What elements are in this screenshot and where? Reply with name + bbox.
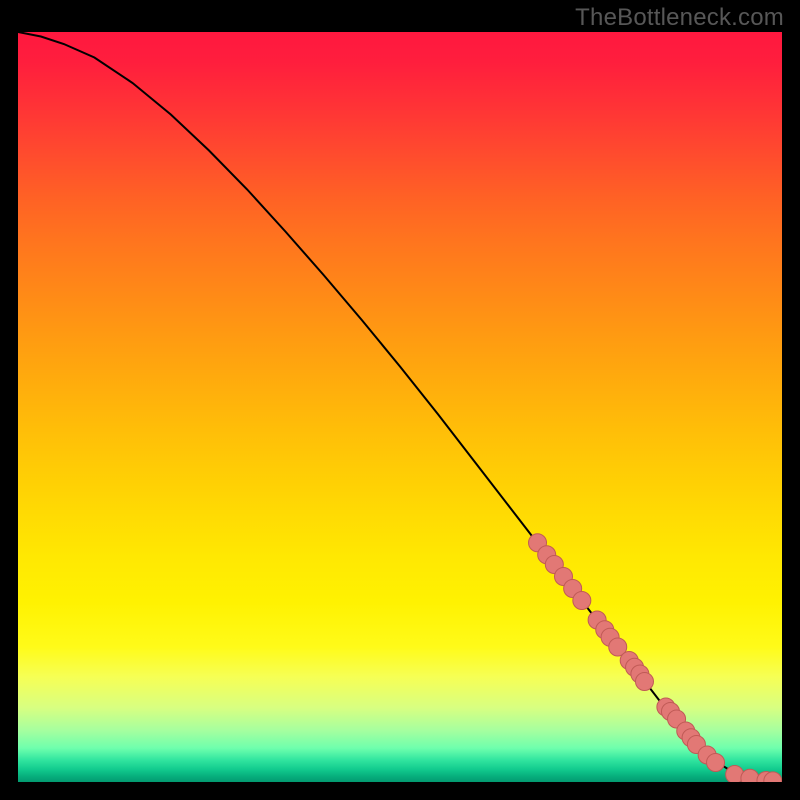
highlight-markers <box>529 534 782 782</box>
bottleneck-curve <box>18 32 782 782</box>
watermark-text: TheBottleneck.com <box>575 4 784 32</box>
highlight-marker <box>741 769 759 782</box>
highlight-marker <box>707 754 725 772</box>
chart-frame: TheBottleneck.com <box>0 0 800 800</box>
highlight-marker <box>573 592 591 610</box>
curve-layer <box>18 32 782 782</box>
highlight-marker <box>635 673 653 691</box>
plot-area <box>18 32 782 782</box>
